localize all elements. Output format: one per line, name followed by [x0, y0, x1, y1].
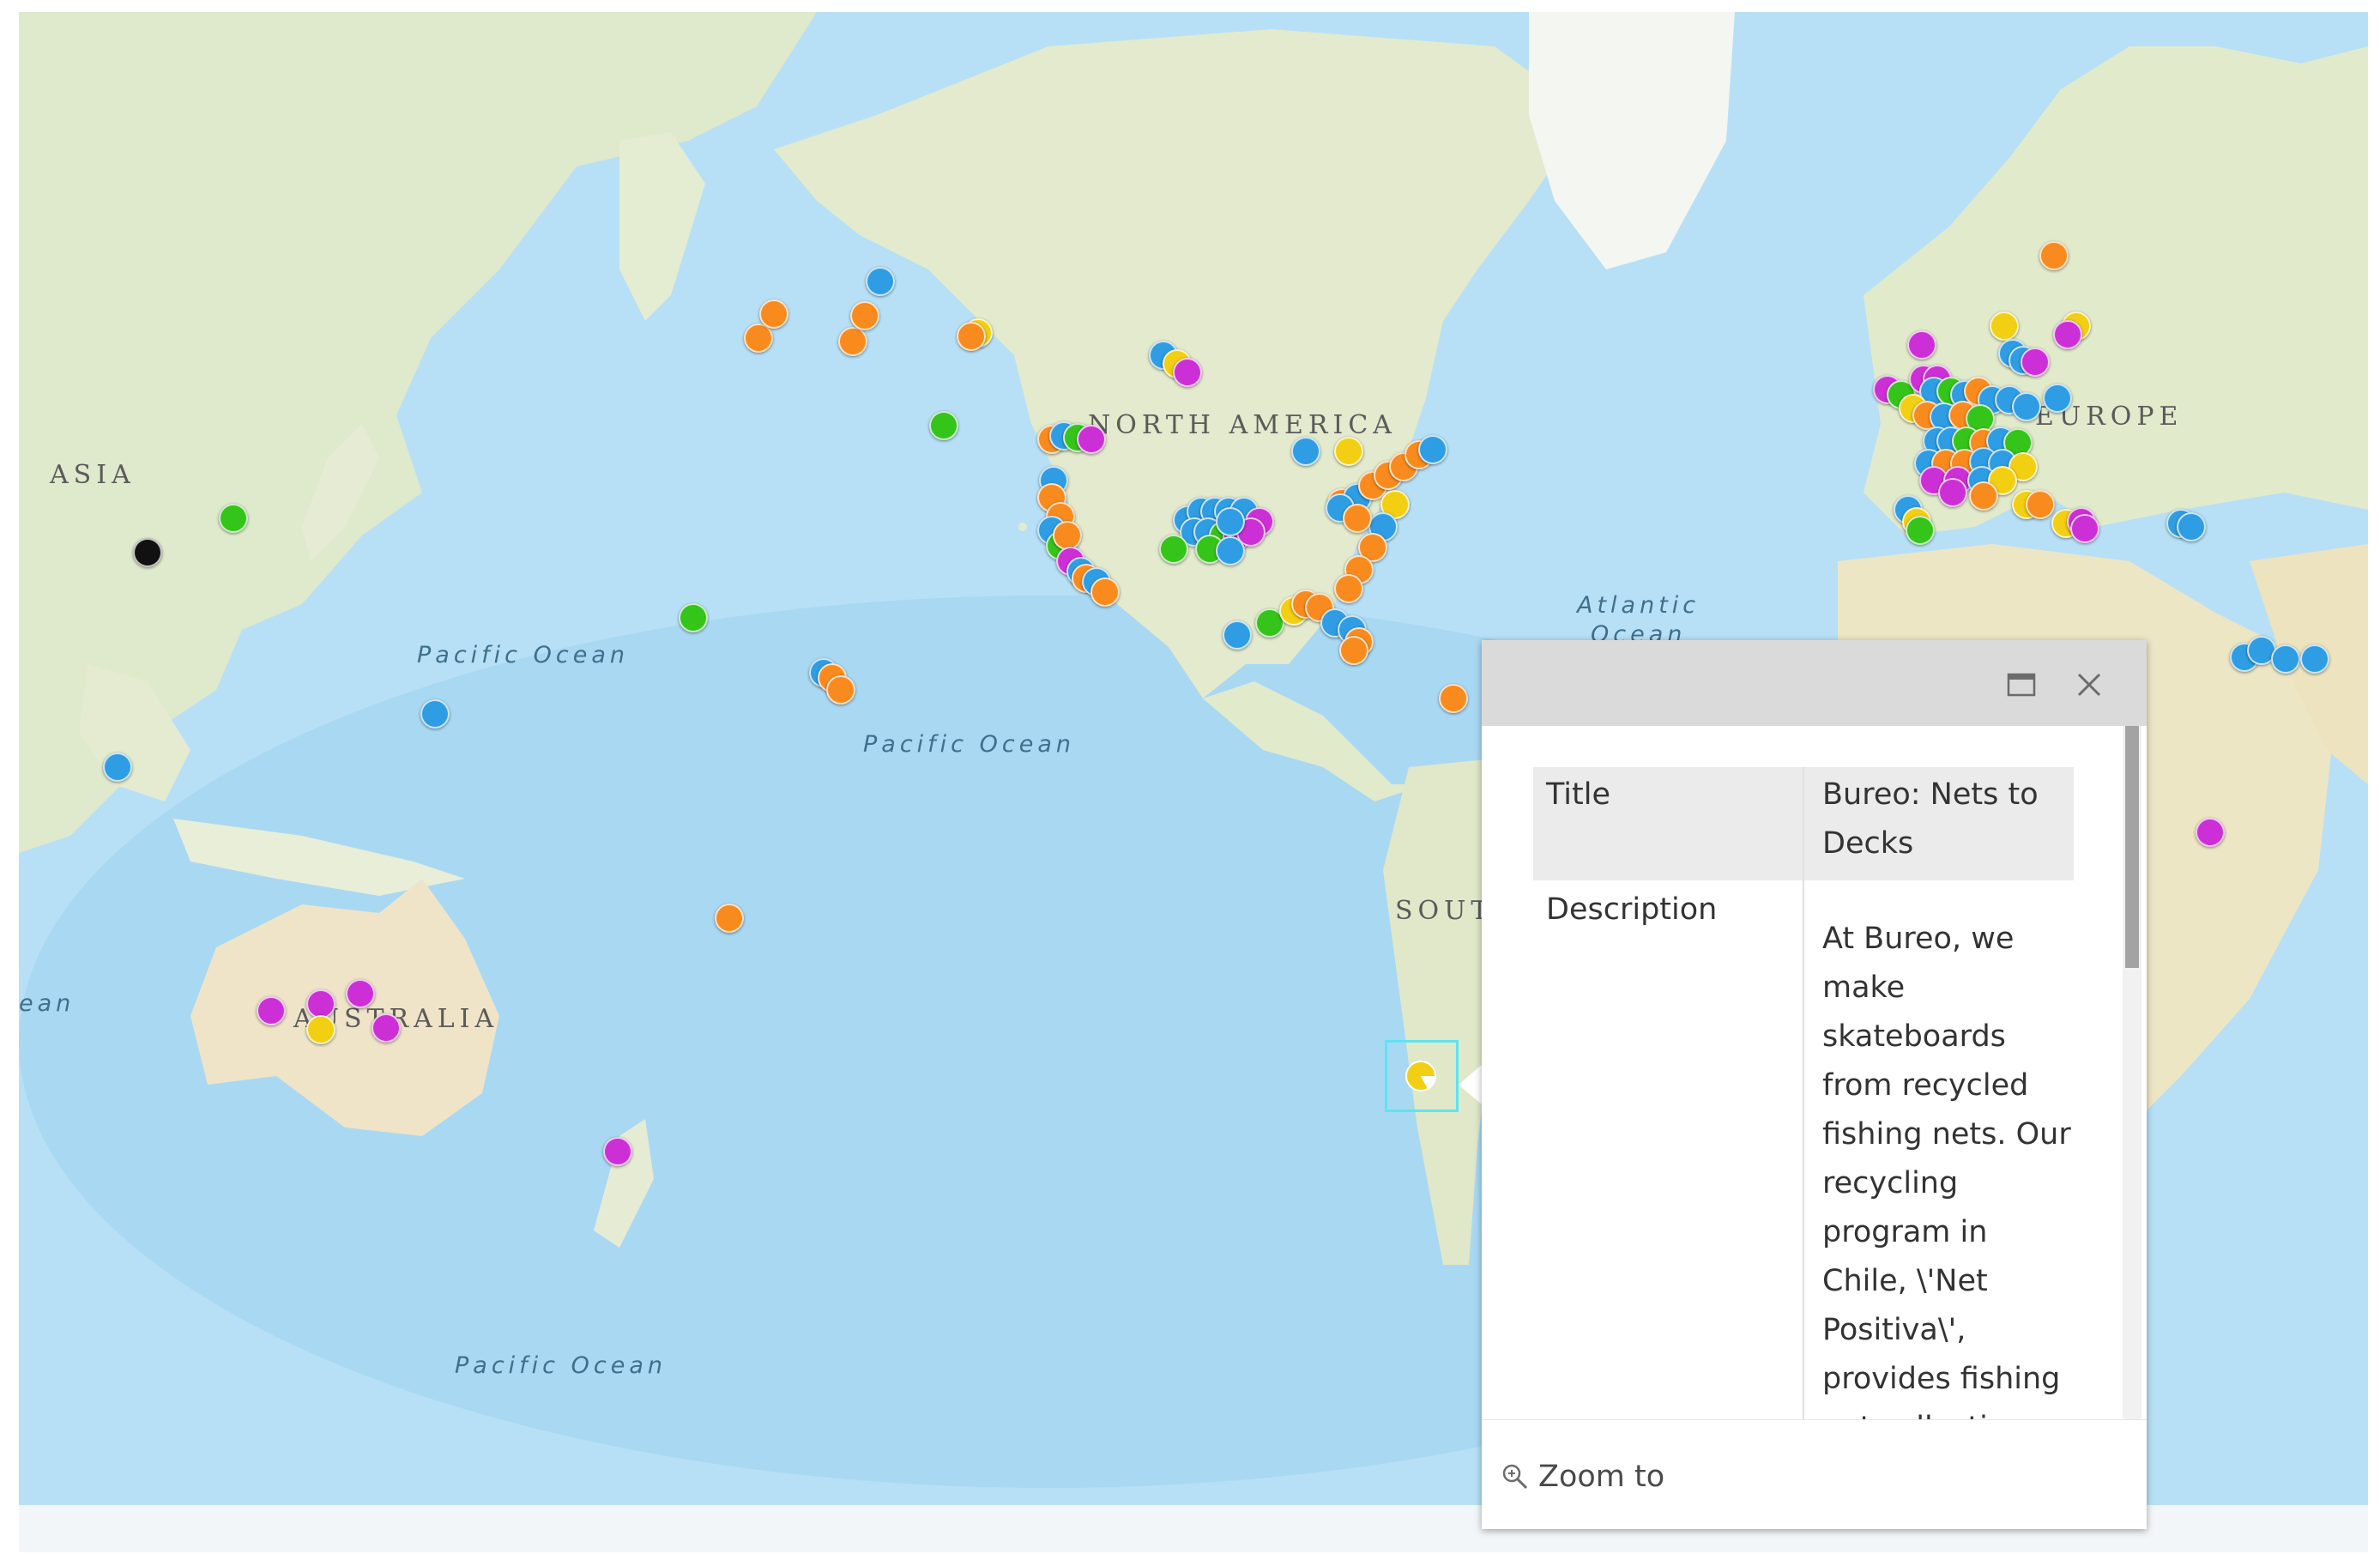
map-marker-orange[interactable] — [957, 322, 986, 351]
map-marker-blue[interactable] — [420, 699, 450, 729]
map-marker-orange[interactable] — [1339, 636, 1368, 665]
map-marker-orange[interactable] — [2039, 241, 2069, 270]
map-marker-green[interactable] — [1159, 535, 1188, 564]
map-marker-green[interactable] — [929, 411, 958, 440]
map-marker-orange[interactable] — [715, 904, 744, 933]
map-marker-blue[interactable] — [2043, 384, 2072, 413]
map-marker-magenta[interactable] — [2053, 320, 2082, 349]
map-marker-blue[interactable] — [2271, 644, 2300, 674]
map-marker-orange[interactable] — [1090, 577, 1120, 607]
map-marker-yellow[interactable] — [1990, 311, 2019, 341]
map-marker-green[interactable] — [219, 504, 248, 533]
map-marker-orange[interactable] — [838, 327, 867, 356]
map-marker-magenta[interactable] — [1938, 478, 1967, 507]
zoom-to-button[interactable]: Zoom to — [1501, 1460, 1664, 1494]
map-marker-green[interactable] — [679, 603, 708, 632]
map-marker-orange[interactable] — [1343, 504, 1372, 533]
map-marker-orange[interactable] — [1439, 684, 1468, 713]
map-marker-orange[interactable] — [759, 299, 788, 329]
map-marker-magenta[interactable] — [1173, 358, 1202, 387]
map-marker-magenta[interactable] — [371, 1013, 401, 1043]
map-marker-orange[interactable] — [826, 675, 855, 704]
map-marker-black[interactable] — [133, 538, 162, 567]
map-marker-orange[interactable] — [2026, 490, 2055, 519]
field-label-title: Title — [1546, 777, 1611, 812]
close-icon[interactable] — [2074, 669, 2105, 700]
map-marker-magenta[interactable] — [306, 989, 335, 1019]
feature-popup: Title Bureo: Nets to Decks Description A… — [1482, 640, 2147, 1529]
map-marker-magenta[interactable] — [2196, 818, 2225, 847]
map-marker-blue[interactable] — [1223, 620, 1252, 650]
popup-footer: Zoom to — [1482, 1419, 2147, 1530]
popup-content[interactable]: Title Bureo: Nets to Decks Description A… — [1482, 726, 2147, 1419]
map-marker-blue[interactable] — [2012, 392, 2041, 421]
map-marker-magenta[interactable] — [1077, 425, 1106, 454]
map-marker-magenta[interactable] — [2070, 514, 2099, 543]
field-value-description: At Bureo, we make skateboards from recyc… — [1822, 922, 2071, 1419]
map-marker-orange[interactable] — [1334, 574, 1363, 603]
popup-pointer — [1459, 1064, 1483, 1105]
map-marker-magenta[interactable] — [346, 979, 375, 1008]
map-marker-orange[interactable] — [1969, 481, 1998, 511]
map-marker-blue[interactable] — [2177, 512, 2206, 541]
maximize-icon[interactable] — [2007, 673, 2036, 697]
selected-marker[interactable] — [1404, 1059, 1438, 1093]
map-marker-blue[interactable] — [1291, 437, 1320, 466]
map-marker-blue[interactable] — [866, 267, 895, 296]
popup-scrollbar-thumb[interactable] — [2125, 726, 2139, 968]
map-marker-blue[interactable] — [2300, 644, 2329, 674]
map-marker-blue[interactable] — [1418, 435, 1447, 464]
map-marker-green[interactable] — [1906, 516, 1935, 545]
zoom-to-label: Zoom to — [1538, 1460, 1665, 1494]
map-marker-yellow[interactable] — [1334, 437, 1363, 466]
map-marker-blue[interactable] — [103, 753, 132, 782]
map-marker-magenta[interactable] — [1907, 330, 1936, 360]
map-marker-orange[interactable] — [1053, 521, 1082, 550]
map-marker-magenta[interactable] — [257, 996, 286, 1025]
map-marker-magenta[interactable] — [603, 1137, 632, 1166]
zoom-in-icon — [1502, 1464, 1528, 1490]
map-marker-magenta[interactable] — [2021, 348, 2050, 377]
popup-header — [1482, 640, 2147, 726]
map-marker-yellow[interactable] — [306, 1015, 335, 1044]
map-marker-orange[interactable] — [850, 301, 879, 330]
field-label-description: Description — [1546, 892, 1718, 927]
attribute-column-divider — [1803, 767, 1804, 1419]
popup-scrollbar[interactable] — [2123, 726, 2141, 1419]
map-marker-blue[interactable] — [1216, 536, 1245, 565]
field-value-title: Bureo: Nets to Decks — [1822, 777, 2039, 861]
map-marker-blue[interactable] — [1216, 507, 1245, 536]
